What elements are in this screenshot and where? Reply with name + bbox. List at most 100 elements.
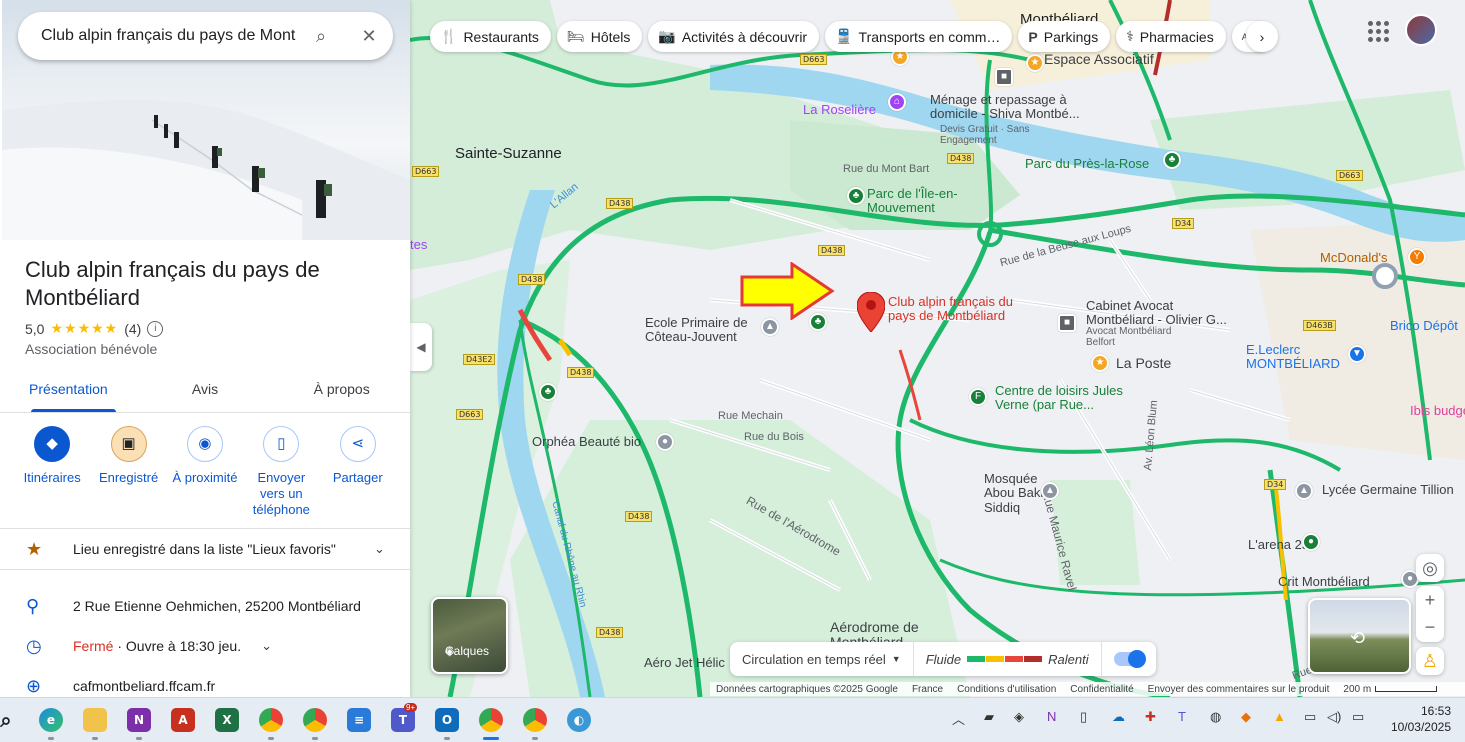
shopping-marker-icon[interactable]: ▼ (1348, 345, 1366, 363)
close-icon[interactable]: ✕ (345, 26, 393, 47)
label-orphea[interactable]: Orphéa Beauté bio (532, 434, 641, 449)
post-marker-icon[interactable]: ★ (1091, 354, 1109, 372)
chips-scroll-right-button[interactable]: › (1245, 21, 1278, 52)
label-la-poste[interactable]: La Poste (1116, 355, 1171, 371)
park-marker-icon[interactable]: ♣ (1163, 151, 1181, 169)
search-icon[interactable]: ⌕ (297, 26, 345, 47)
search-input[interactable]: Club alpin français du pays de Mont (41, 27, 297, 45)
chip-transit[interactable]: 🚆 Transports en comm… (825, 21, 1013, 52)
arena-marker-icon[interactable]: ● (1302, 533, 1320, 551)
app-icon[interactable]: ◐ (567, 708, 591, 732)
chip-parking[interactable]: P Parkings (1018, 21, 1111, 52)
zoom-in-button[interactable]: + (1416, 586, 1444, 614)
tab-a-propos[interactable]: À propos (273, 371, 410, 412)
building-marker-icon[interactable]: ■ (1058, 314, 1076, 332)
scale-bar[interactable]: 200 m (1343, 684, 1438, 695)
label-espace-associatif[interactable]: Espace Associatif (1044, 51, 1154, 67)
traffic-toggle[interactable] (1102, 642, 1156, 676)
website-link[interactable]: cafmontbeliard.ffcam.fr (73, 678, 410, 694)
mosque-marker-icon[interactable]: ▲ (1041, 482, 1059, 500)
system-clock[interactable]: 16:53 10/03/2025 (1391, 703, 1451, 735)
tray-app-icon[interactable]: ◍ (1210, 709, 1221, 725)
label-cabinet[interactable]: Cabinet Avocat Montbéliard - Olivier G..… (1086, 298, 1236, 328)
send-to-phone-button[interactable]: ▯ Envoyer vers un téléphone (244, 426, 318, 518)
warning-icon[interactable]: ▲ (1273, 709, 1286, 724)
share-button[interactable]: ⋖ Partager (321, 426, 395, 518)
leisure-marker-icon[interactable]: F (969, 388, 987, 406)
layers-button[interactable]: ◈ Calques (431, 597, 508, 674)
region-link[interactable]: France (912, 684, 943, 695)
label-aero-jet[interactable]: Aéro Jet Hélic (644, 655, 725, 670)
directions-button[interactable]: ◆ Itinéraires (15, 426, 89, 518)
label-mcdonalds[interactable]: McDonald's (1320, 250, 1388, 265)
label-ecole[interactable]: Ecole Primaire de Côteau-Jouvent (645, 315, 760, 345)
label-club-marker[interactable]: Club alpin français du pays de Montbélia… (888, 294, 1038, 324)
onenote-icon[interactable]: N (127, 708, 151, 732)
website-row[interactable]: ⊕ cafmontbeliard.ffcam.fr (0, 666, 410, 697)
tray-app-icon[interactable]: ◈ (1014, 709, 1024, 725)
saved-button[interactable]: ▣ Enregistré (92, 426, 166, 518)
place-category[interactable]: Association bénévole (25, 341, 157, 357)
privacy-link[interactable]: Confidentialité (1070, 684, 1133, 695)
chrome-icon[interactable] (479, 708, 503, 732)
google-apps-icon[interactable] (1366, 19, 1390, 43)
avatar[interactable] (1405, 14, 1437, 46)
label-arena[interactable]: L'arena 25 (1248, 537, 1309, 552)
teams-tray-icon[interactable]: T (1178, 709, 1186, 724)
label-roseliere[interactable]: La Roselière (803, 102, 876, 117)
collapse-panel-button[interactable]: ◀ (410, 323, 432, 371)
volume-icon[interactable]: ◁) (1327, 709, 1341, 725)
nearby-button[interactable]: ◉ À proximité (168, 426, 242, 518)
onenote-tray-icon[interactable]: N (1047, 709, 1056, 724)
file-explorer-icon[interactable] (83, 708, 107, 732)
label-brico[interactable]: Brico Dépôt (1390, 318, 1458, 333)
chip-activities[interactable]: 📷 Activités à découvrir (648, 21, 820, 52)
saved-list-row[interactable]: ★ Lieu enregistré dans la liste "Lieux f… (0, 529, 410, 569)
chip-hotels[interactable]: 🛏 Hôtels (556, 21, 643, 52)
label-parc-ile[interactable]: Parc de l'Île-en-Mouvement (867, 186, 967, 216)
map-canvas[interactable]: Sainte-Suzanne Montbéliard Espace Associ… (410, 0, 1465, 697)
star-marker-icon[interactable]: ★ (1026, 54, 1044, 72)
search-box[interactable]: Club alpin français du pays de Mont ⌕ ✕ (18, 12, 393, 60)
chrome-icon[interactable] (303, 708, 327, 732)
hours-row[interactable]: ◷ Fermé · Ouvre à 18:30 jeu. ⌄ (0, 626, 410, 666)
usb-icon[interactable]: ▯ (1080, 709, 1087, 725)
tray-app-icon[interactable]: ✚ (1145, 709, 1156, 725)
traffic-dropdown[interactable]: Circulation en temps réel ▼ (730, 642, 914, 676)
address-row[interactable]: ⚲ 2 Rue Etienne Oehmichen, 25200 Montbél… (0, 586, 410, 626)
info-icon[interactable]: i (147, 320, 164, 337)
tab-presentation[interactable]: Présentation (0, 371, 137, 412)
chip-pharmacies[interactable]: ⚕ Pharmacies (1116, 21, 1226, 52)
feedback-link[interactable]: Envoyer des commentaires sur le produit (1148, 684, 1330, 695)
label-crit[interactable]: Crit Montbéliard (1278, 574, 1370, 589)
label-pres-la-rose[interactable]: Parc du Près-la-Rose (1025, 156, 1149, 171)
label-menage[interactable]: Ménage et repassage à domicile - Shiva M… (930, 92, 1090, 122)
school-marker-icon[interactable]: ▲ (761, 318, 779, 336)
acrobat-icon[interactable]: A (171, 708, 195, 732)
chip-restaurants[interactable]: 🍴 Restaurants (430, 21, 551, 52)
chrome-icon[interactable] (259, 708, 283, 732)
chevron-down-icon[interactable]: ⌄ (241, 638, 277, 654)
notepad-icon[interactable]: ≡ (347, 708, 371, 732)
chevron-up-icon[interactable]: ︿ (952, 709, 965, 728)
onedrive-icon[interactable]: ☁ (1112, 709, 1125, 725)
edge-icon[interactable]: e (39, 708, 63, 732)
tray-app-icon[interactable]: ◆ (1241, 709, 1251, 725)
search-icon[interactable]: ⌕ (0, 708, 18, 732)
battery-icon[interactable]: ▭ (1352, 709, 1364, 725)
zoom-out-button[interactable]: − (1416, 614, 1444, 642)
roseliere-marker-icon[interactable]: ⌂ (888, 93, 906, 111)
excel-icon[interactable]: X (215, 708, 239, 732)
chevron-down-icon[interactable]: ⌄ (374, 541, 410, 557)
pegman-button[interactable]: ♙ (1416, 647, 1444, 675)
terms-link[interactable]: Conditions d'utilisation (957, 684, 1056, 695)
park-marker-icon[interactable]: ♣ (539, 383, 557, 401)
reviews-count[interactable]: (4) (124, 321, 141, 337)
chrome-icon[interactable] (523, 708, 547, 732)
label-centre-loisirs[interactable]: Centre de loisirs Jules Verne (par Rue..… (995, 383, 1130, 413)
tray-app-icon[interactable]: ▰ (984, 709, 994, 725)
label-leclerc[interactable]: E.Leclerc MONTBÉLIARD (1246, 342, 1346, 372)
school-marker-icon[interactable]: ▲ (1295, 482, 1313, 500)
tab-avis[interactable]: Avis (137, 371, 274, 412)
street-view-thumbnail[interactable]: ⟲ (1308, 598, 1411, 674)
